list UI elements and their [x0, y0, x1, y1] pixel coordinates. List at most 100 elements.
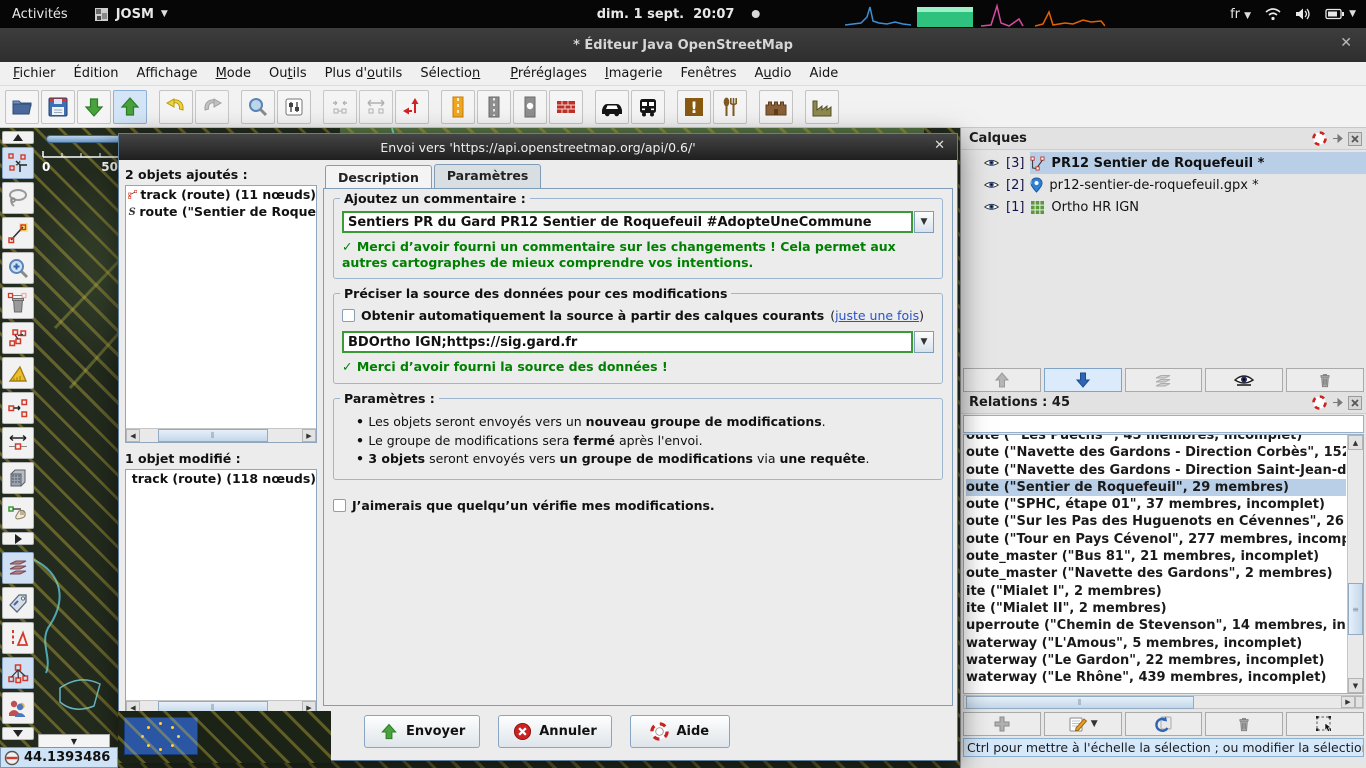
hazard-preset-button[interactable]: ! [677, 90, 711, 124]
menu-mode[interactable]: Mode [207, 64, 260, 83]
relations-list[interactable]: oute (" Les Puechs ", 45 membres, incomp… [963, 434, 1364, 694]
just-once-link[interactable]: juste une fois [835, 308, 919, 323]
tab-parametres[interactable]: Paramètres [434, 164, 541, 188]
menu-fichier[interactable]: Fichier [4, 64, 65, 83]
layer-visibility-button[interactable] [1205, 368, 1283, 392]
relation-item[interactable]: oute ("Tour en Pays Cévenol", 277 membre… [966, 531, 1346, 548]
distribute-nodes-button[interactable] [359, 90, 393, 124]
upload-dialog-close-icon[interactable]: ✕ [934, 138, 945, 153]
comment-input[interactable]: Sentiers PR du Gard PR12 Sentier de Roqu… [342, 211, 913, 233]
review-checkbox[interactable] [333, 499, 346, 512]
menu-fen-tres[interactable]: Fenêtres [672, 64, 746, 83]
save-button[interactable] [41, 90, 75, 124]
help-button[interactable]: Aide [630, 715, 730, 748]
relation-refresh-button[interactable] [1125, 712, 1203, 736]
layers-panel-toggle[interactable] [2, 552, 34, 584]
scroll-up-icon[interactable]: ▲ [1348, 435, 1363, 450]
relation-item[interactable]: waterway ("Le Rhône", 439 membres, incom… [966, 669, 1346, 686]
delete-tool[interactable] [2, 287, 34, 319]
scroll-right-icon[interactable]: ▶ [1341, 696, 1355, 708]
relation-item[interactable]: oute ("Sentier de Roquefeuil", 29 membre… [966, 479, 1346, 496]
relation-add-button[interactable] [963, 712, 1041, 736]
panel-close-icon[interactable] [1348, 132, 1362, 146]
scroll-right-icon[interactable]: ▶ [302, 429, 316, 442]
app-menu[interactable]: JOSM▼ [94, 7, 168, 22]
relation-delete-button[interactable] [1205, 712, 1283, 736]
draw-nodes-tool[interactable] [2, 217, 34, 249]
track-preset-button[interactable] [477, 90, 511, 124]
relation-item[interactable]: waterway ("L'Amous", 5 membres, incomple… [966, 635, 1346, 652]
relation-item[interactable]: oute ("Navette des Gardons - Direction S… [966, 462, 1346, 479]
angle-snap-tool[interactable] [2, 357, 34, 389]
redo-button[interactable] [195, 90, 229, 124]
chevron-down-icon[interactable]: ▼ [914, 211, 934, 233]
tools-scroll-down-button[interactable] [2, 727, 34, 740]
menu-s-lection[interactable]: Sélection [411, 64, 489, 83]
vscroll-thumb[interactable]: ≡ [1348, 583, 1363, 635]
added-list-hscrollbar[interactable]: ◀ ⦀ ▶ [126, 428, 316, 442]
upload-dialog-title-bar[interactable]: Envoi vers 'https://api.openstreetmap.or… [119, 134, 957, 160]
download-button[interactable] [77, 90, 111, 124]
battery-menu[interactable]: ▼ [1325, 8, 1356, 20]
select-move-tool[interactable] [2, 147, 34, 179]
merge-nodes-button[interactable] [323, 90, 357, 124]
activities-button[interactable]: Activités [12, 7, 68, 22]
added-objects-list[interactable]: track (route) (11 nœuds)Sroute ("Sentier… [125, 185, 317, 443]
follow-line-tool[interactable] [2, 497, 34, 529]
lasso-tool[interactable] [2, 182, 34, 214]
relation-item[interactable]: oute ("Sur les Pas des Huguenots en Céve… [966, 513, 1346, 530]
object-item[interactable]: track (route) (118 nœuds) [126, 470, 316, 487]
relation-select-members-button[interactable] [1286, 712, 1364, 736]
comment-combobox[interactable]: Sentiers PR du Gard PR12 Sentier de Roqu… [342, 211, 934, 233]
search-button[interactable] [241, 90, 275, 124]
wifi-icon[interactable] [1265, 7, 1281, 21]
panel-help-icon[interactable] [1312, 131, 1327, 146]
modified-objects-list[interactable]: track (route) (118 nœuds) ◀ ⦀ ▶ [125, 469, 317, 715]
layers-list[interactable]: [3]PR12 Sentier de Roquefeuil *[2]pr12-s… [961, 150, 1366, 366]
relation-item[interactable]: waterway ("Le Gardon", 22 membres, incom… [966, 652, 1346, 669]
relation-item[interactable]: ite ("Mialet II", 2 membres) [966, 600, 1346, 617]
menu-plus-d-outils[interactable]: Plus d'outils [316, 64, 412, 83]
bus-preset-button[interactable] [631, 90, 665, 124]
panel-detach-icon[interactable] [1331, 132, 1344, 145]
relation-item[interactable]: oute_master ("Navette des Gardons", 2 me… [966, 565, 1346, 582]
clock[interactable]: dim. 1 sept.20:07 [597, 0, 760, 28]
relation-item[interactable]: uperroute ("Chemin de Stevenson", 14 mem… [966, 617, 1346, 634]
menu--dition[interactable]: Édition [65, 64, 128, 83]
zoom-tool[interactable] [2, 252, 34, 284]
selection-panel-toggle[interactable] [2, 622, 34, 654]
wall-preset-button[interactable] [549, 90, 583, 124]
relation-item[interactable]: oute ("Navette des Gardons - Direction C… [966, 444, 1346, 461]
menu-pr-r-glages[interactable]: Préréglages [501, 64, 596, 83]
relations-panel-toggle[interactable] [2, 657, 34, 689]
auto-source-checkbox[interactable] [342, 309, 355, 322]
undo-button[interactable] [159, 90, 193, 124]
restaurant-preset-button[interactable] [713, 90, 747, 124]
tags-panel-toggle[interactable] [2, 587, 34, 619]
panel-detach-icon[interactable] [1331, 396, 1344, 409]
road-preset-button[interactable] [441, 90, 475, 124]
window-title-bar[interactable]: * Éditeur Java OpenStreetMap ✕ [0, 28, 1366, 62]
relations-hscrollbar[interactable]: ⦀ ▶ [963, 695, 1364, 709]
building-tool[interactable] [2, 462, 34, 494]
menu-audio[interactable]: Audio [745, 64, 800, 83]
layer-delete-button[interactable] [1286, 368, 1364, 392]
extrude-tool[interactable] [2, 427, 34, 459]
scroll-left-icon[interactable]: ◀ [126, 429, 140, 442]
menu-aide[interactable]: Aide [800, 64, 847, 83]
menu-imagerie[interactable]: Imagerie [596, 64, 672, 83]
layer-row[interactable]: [1]Ortho HR IGN [961, 196, 1366, 218]
tab-description[interactable]: Description [325, 165, 432, 189]
reverse-way-button[interactable] [395, 90, 429, 124]
relations-vscrollbar[interactable]: ▲ ≡ ▼ [1347, 435, 1363, 693]
relation-item[interactable]: oute ("SPHC, étape 01", 37 membres, inco… [966, 496, 1346, 513]
layer-row[interactable]: [3]PR12 Sentier de Roquefeuil * [961, 152, 1366, 174]
source-combobox[interactable]: BDOrtho IGN;https://sig.gard.fr ▼ [342, 331, 934, 353]
window-close-icon[interactable]: ✕ [1340, 35, 1352, 51]
layers-panel-title-bar[interactable]: Calques [961, 128, 1366, 150]
menu-outils[interactable]: Outils [260, 64, 316, 83]
car-preset-button[interactable] [595, 90, 629, 124]
roundabout-preset-button[interactable] [513, 90, 547, 124]
panel-close-icon[interactable] [1348, 396, 1362, 410]
object-item[interactable]: track (route) (11 nœuds) [126, 186, 316, 203]
